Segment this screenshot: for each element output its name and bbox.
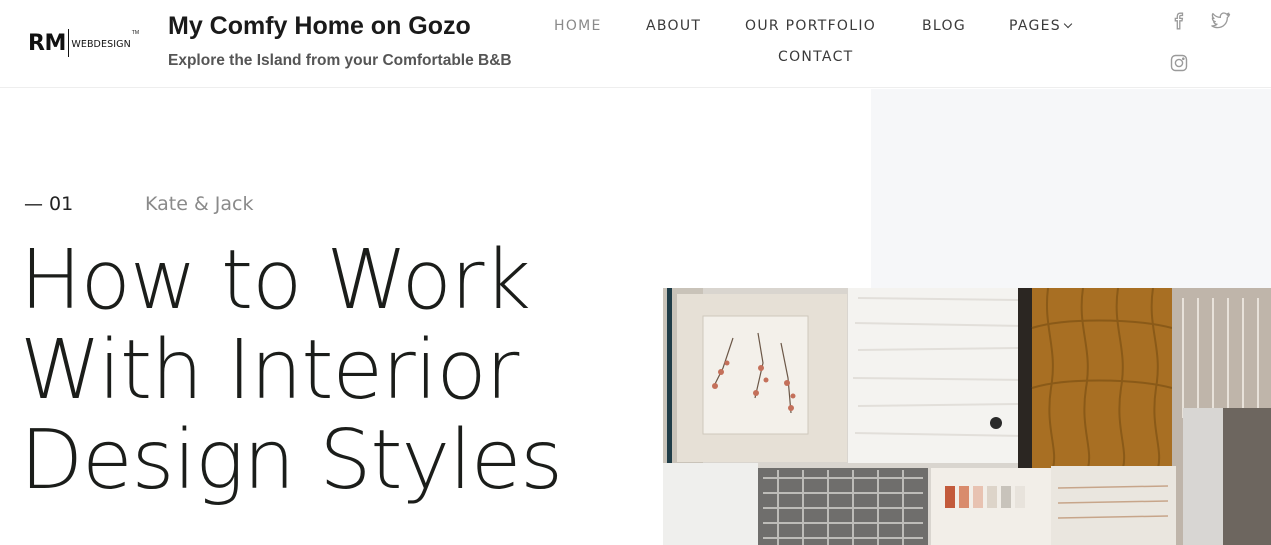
logo-trademark: TM: [131, 30, 140, 36]
post-title-line: With Interior: [20, 323, 519, 418]
nav-pages-label: PAGES: [1009, 18, 1061, 34]
post-number: — 01: [24, 193, 74, 215]
site-logo[interactable]: RM WEBDESIGN TM: [28, 26, 139, 60]
site-title[interactable]: My Comfy Home on Gozo: [168, 12, 471, 41]
nav-blog[interactable]: BLOG: [922, 18, 966, 34]
site-header: RM WEBDESIGN TM My Comfy Home on Gozo Ex…: [0, 0, 1271, 88]
instagram-icon[interactable]: [1170, 54, 1188, 72]
site-tagline: Explore the Island from your Comfortable…: [168, 52, 512, 69]
post-title[interactable]: How to Work With Interior Design Styles: [20, 233, 563, 508]
nav-home[interactable]: HOME: [554, 18, 602, 34]
post-title-line: How to Work: [20, 233, 531, 328]
facebook-icon[interactable]: [1170, 12, 1188, 30]
logo-subtext: WEBDESIGN: [71, 38, 131, 50]
logo-mark: RM: [28, 30, 66, 56]
fabric-swatches-image[interactable]: [663, 288, 1271, 545]
nav-our-portfolio[interactable]: OUR PORTFOLIO: [745, 18, 876, 34]
nav-pages[interactable]: PAGES: [1009, 18, 1073, 34]
post-author[interactable]: Kate & Jack: [145, 193, 254, 215]
nav-contact[interactable]: CONTACT: [778, 49, 854, 65]
post-title-line: Design Styles: [20, 413, 563, 508]
chevron-down-icon: [1063, 19, 1073, 29]
twitter-icon[interactable]: [1211, 12, 1231, 30]
nav-about[interactable]: ABOUT: [646, 18, 701, 34]
logo-divider: [67, 29, 70, 57]
